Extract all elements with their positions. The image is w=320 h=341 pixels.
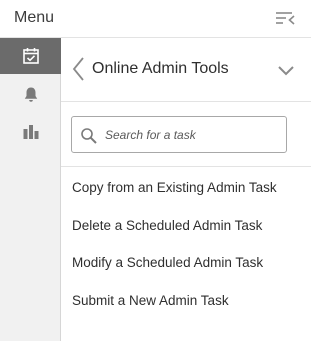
search-icon <box>81 128 97 144</box>
calendar-check-icon <box>22 48 39 64</box>
panel-header: Online Admin Tools <box>61 38 311 102</box>
chevron-left-icon <box>72 57 84 81</box>
bar-chart-icon <box>23 125 38 139</box>
chevron-down-icon <box>278 66 294 76</box>
back-button[interactable] <box>71 56 87 82</box>
task-item-delete[interactable]: Delete a Scheduled Admin Task <box>61 207 311 245</box>
nav-rail <box>0 38 61 341</box>
bell-icon <box>24 87 37 102</box>
collapse-menu-icon <box>276 12 295 25</box>
menu-header: Menu <box>0 0 311 38</box>
rail-item-tasks[interactable] <box>0 38 61 74</box>
search-box <box>71 116 287 153</box>
search-input[interactable] <box>105 125 280 145</box>
collapse-menu-button[interactable] <box>274 9 296 29</box>
task-list: Copy from an Existing Admin Task Delete … <box>61 169 311 319</box>
menu-title: Menu <box>14 9 55 26</box>
expand-button[interactable] <box>277 64 295 76</box>
task-panel: Online Admin Tools Copy from an Existing… <box>61 38 311 341</box>
search-area <box>61 102 311 167</box>
task-item-submit[interactable]: Submit a New Admin Task <box>61 282 311 320</box>
panel-title: Online Admin Tools <box>92 60 229 77</box>
task-item-modify[interactable]: Modify a Scheduled Admin Task <box>61 244 311 282</box>
task-item-copy[interactable]: Copy from an Existing Admin Task <box>61 169 311 207</box>
rail-item-notifications[interactable] <box>0 76 61 112</box>
rail-item-reports[interactable] <box>0 114 61 150</box>
